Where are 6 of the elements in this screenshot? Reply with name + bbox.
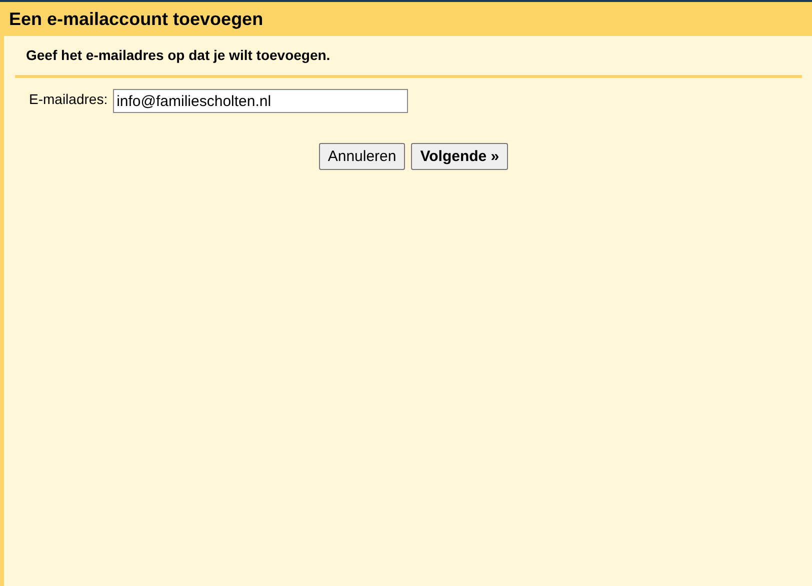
next-button[interactable]: Volgende » <box>411 143 508 170</box>
email-field[interactable]: info@familiescholten.nl <box>112 89 408 113</box>
window-title: Een e-mailaccount toevoegen <box>9 8 264 30</box>
cancel-button[interactable]: Annuleren <box>318 143 406 170</box>
instruction-text: Geef het e-mailadres op dat je wilt toevoegen. <box>25 46 332 65</box>
field-label: E-mailadres: <box>29 90 108 107</box>
